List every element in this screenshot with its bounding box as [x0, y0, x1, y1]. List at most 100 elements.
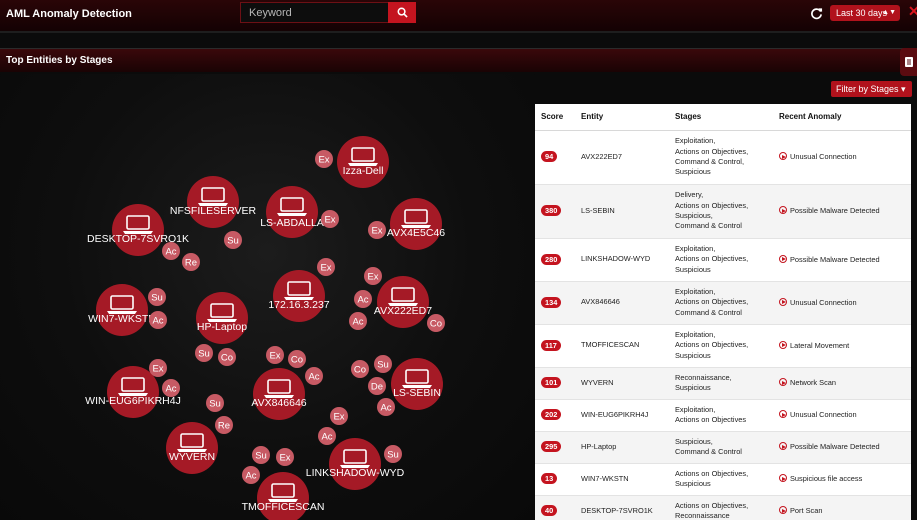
anomaly-cell[interactable]: Unusual Connection: [773, 399, 911, 432]
table-row[interactable]: 134 AVX846646 Exploitation, Actions on Obje…: [535, 281, 911, 325]
stage-badge[interactable]: Co: [218, 348, 236, 366]
side-panel-toggle[interactable]: [900, 48, 917, 76]
table-row[interactable]: 280 LINKSHADOW-WYD Exploitation, Actions on…: [535, 238, 911, 282]
table-row[interactable]: 202 WIN-EUG6PIKRH4J Exploitation, Actions o…: [535, 399, 911, 432]
anomaly-cell[interactable]: Lateral Movement: [773, 324, 911, 368]
entity-node-circle[interactable]: [166, 422, 218, 474]
stage-badge[interactable]: Ex: [317, 258, 335, 276]
panel-header: Top Entities by Stages: [0, 48, 917, 72]
entity-cell[interactable]: LS-SEBIN: [575, 184, 669, 239]
entity-node[interactable]: HP-Laptop: [196, 292, 248, 344]
stage-badge[interactable]: Su: [252, 446, 270, 464]
entity-cell[interactable]: WYVERN: [575, 367, 669, 400]
stage-badge[interactable]: Ac: [242, 466, 260, 484]
entity-node[interactable]: Izza-Dell: [337, 136, 389, 188]
stage-badge[interactable]: Ac: [377, 398, 395, 416]
entity-cell[interactable]: TMOFFICESCAN: [575, 324, 669, 368]
entity-cell[interactable]: AVX222ED7: [575, 130, 669, 185]
entity-cell[interactable]: AVX846646: [575, 281, 669, 325]
anomaly-cell[interactable]: Network Scan: [773, 367, 911, 400]
time-range-select[interactable]: Last 30 days ▲▼: [830, 5, 900, 21]
anomaly-cell[interactable]: Port Scan: [773, 495, 911, 520]
stage-badge[interactable]: Ac: [349, 312, 367, 330]
entity-node-circle[interactable]: [266, 186, 318, 238]
entity-cell[interactable]: LINKSHADOW-WYD: [575, 238, 669, 282]
stage-badge[interactable]: Re: [215, 416, 233, 434]
entity-node-circle[interactable]: [112, 204, 164, 256]
entity-node-circle[interactable]: [329, 438, 381, 490]
refresh-button[interactable]: [807, 5, 825, 21]
stage-badge[interactable]: Ex: [321, 210, 339, 228]
entity-node[interactable]: AVX846646: [251, 368, 307, 420]
stage-badge[interactable]: Ex: [266, 346, 284, 364]
anomaly-cell[interactable]: Possible Malware Detected: [773, 238, 911, 282]
stage-badge[interactable]: Ex: [149, 359, 167, 377]
anomaly-column-header[interactable]: Recent Anomaly: [773, 104, 911, 131]
play-circle-icon: [779, 297, 787, 306]
anomaly-cell[interactable]: Possible Malware Detected: [773, 184, 911, 239]
table-row[interactable]: 295 HP-Laptop Suspicious, Command & Control…: [535, 431, 911, 464]
entity-node-circle[interactable]: [391, 358, 443, 410]
table-row[interactable]: 101 WYVERN Reconnaissance, Suspicious Networ…: [535, 367, 911, 400]
table-row[interactable]: 380 LS-SEBIN Delivery, Actions on Objective…: [535, 184, 911, 239]
stage-badge[interactable]: Ex: [276, 448, 294, 466]
anomaly-cell[interactable]: Suspicious file access: [773, 463, 911, 496]
table-row[interactable]: 40 DESKTOP-7SVRO1K Actions on Objectives, R…: [535, 495, 911, 520]
anomaly-text: Possible Malware Detected: [790, 206, 880, 216]
anomaly-cell[interactable]: Possible Malware Detected: [773, 431, 911, 464]
entity-node[interactable]: WYVERN: [166, 422, 218, 474]
stage-badge[interactable]: De: [368, 377, 386, 395]
stage-badge[interactable]: Ex: [364, 267, 382, 285]
entity-node[interactable]: NFSFILESERVER: [170, 176, 257, 228]
entity-node-circle[interactable]: [196, 292, 248, 344]
entity-cell[interactable]: WIN-EUG6PIKRH4J: [575, 399, 669, 432]
anomaly-cell[interactable]: Unusual Connection: [773, 130, 911, 185]
stage-badge[interactable]: Su: [195, 344, 213, 362]
stage-badge[interactable]: Ex: [368, 221, 386, 239]
stage-badge[interactable]: Co: [288, 350, 306, 368]
filter-by-stages-button[interactable]: Filter by Stages ▾: [831, 81, 912, 97]
entity-node[interactable]: WIN7-WKSTN: [88, 284, 156, 336]
entity-cell[interactable]: DESKTOP-7SVRO1K: [575, 495, 669, 520]
close-icon[interactable]: ✕: [908, 3, 917, 20]
entity-cell[interactable]: HP-Laptop: [575, 431, 669, 464]
entity-node[interactable]: LS-ABDALLA: [260, 186, 324, 238]
table-row[interactable]: 117 TMOFFICESCAN Exploitation, Actions on O…: [535, 324, 911, 368]
score-column-header[interactable]: Score: [535, 104, 575, 131]
entity-node[interactable]: LS-SEBIN: [391, 358, 443, 410]
entity-node-circle[interactable]: [187, 176, 239, 228]
search-button[interactable]: [388, 2, 416, 23]
entity-node-circle[interactable]: [273, 270, 325, 322]
entity-node[interactable]: AVX4E5C46: [387, 198, 445, 250]
entity-node-circle[interactable]: [390, 198, 442, 250]
stage-badge[interactable]: Ac: [305, 367, 323, 385]
entity-column-header[interactable]: Entity: [575, 104, 669, 131]
entity-node-circle[interactable]: [377, 276, 429, 328]
stage-badge[interactable]: Su: [374, 355, 392, 373]
entity-node-circle[interactable]: [96, 284, 148, 336]
stage-badge[interactable]: Ex: [315, 150, 333, 168]
stage-badge[interactable]: Ac: [149, 311, 167, 329]
search-input[interactable]: [241, 3, 387, 22]
stage-badge[interactable]: Su: [148, 288, 166, 306]
table-row[interactable]: 13 WIN7-WKSTN Actions on Objectives, Suspic…: [535, 463, 911, 496]
entity-node[interactable]: 172.16.3.237: [268, 270, 330, 322]
stage-badge[interactable]: Ac: [162, 379, 180, 397]
stage-badge[interactable]: Ac: [162, 242, 180, 260]
entity-node-circle[interactable]: [253, 368, 305, 420]
stages-column-header[interactable]: Stages: [669, 104, 773, 131]
entity-node-circle[interactable]: [337, 136, 389, 188]
entity-node[interactable]: AVX222ED7: [374, 276, 432, 328]
stage-badge[interactable]: Re: [182, 253, 200, 271]
table-row[interactable]: 94 AVX222ED7 Exploitation, Actions on Objec…: [535, 130, 911, 185]
stage-badge[interactable]: Ac: [318, 427, 336, 445]
stage-badge[interactable]: Su: [206, 394, 224, 412]
stage-badge[interactable]: Co: [427, 314, 445, 332]
anomaly-cell[interactable]: Unusual Connection: [773, 281, 911, 325]
stage-badge[interactable]: Ac: [354, 290, 372, 308]
stage-badge[interactable]: Su: [224, 231, 242, 249]
stage-badge[interactable]: Su: [384, 445, 402, 463]
stage-badge[interactable]: Co: [351, 360, 369, 378]
entity-cell[interactable]: WIN7-WKSTN: [575, 463, 669, 496]
stage-badge[interactable]: Ex: [330, 407, 348, 425]
